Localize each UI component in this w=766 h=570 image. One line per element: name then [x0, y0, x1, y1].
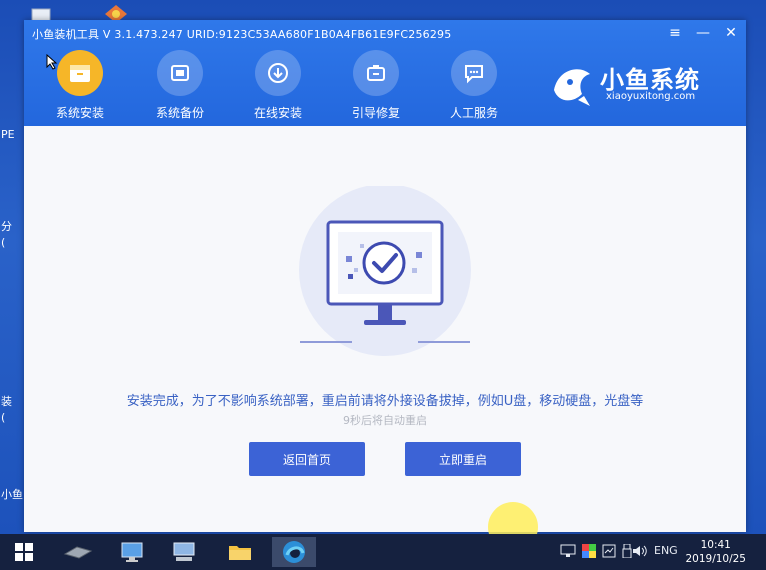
system-clock[interactable]: 10:41 2019/10/25	[685, 538, 746, 566]
close-button[interactable]: ✕	[722, 25, 740, 41]
clock-time: 10:41	[700, 539, 731, 551]
desktop-label-3: (	[1, 236, 6, 249]
back-home-button[interactable]: 返回首页	[249, 442, 365, 476]
nav-manual-service[interactable]: 人工服务	[434, 50, 514, 122]
network-status-icon[interactable]	[560, 544, 576, 558]
title-bar: 小鱼装机工具 V 3.1.473.247 URID:9123C53AA680F1…	[24, 20, 746, 126]
folder-icon	[229, 546, 251, 560]
desktop-label-4: 装	[1, 395, 12, 408]
nav-label: 系统安装	[55, 106, 104, 120]
boot-repair-icon	[353, 50, 399, 96]
color-app-icon[interactable]	[582, 544, 596, 558]
system-install-icon	[57, 50, 103, 96]
taskbar-computer-app[interactable]	[110, 537, 154, 567]
network-icon	[173, 542, 195, 561]
input-language[interactable]: ENG	[654, 544, 678, 557]
computer-icon	[121, 542, 143, 562]
installer-window: 小鱼装机工具 V 3.1.473.247 URID:9123C53AA680F1…	[24, 20, 746, 532]
nav-boot-repair[interactable]: 引导修复	[336, 50, 416, 122]
nav-label: 人工服务	[449, 106, 498, 120]
menu-button[interactable]: ≡	[666, 25, 684, 41]
restart-now-button[interactable]: 立即重启	[405, 442, 521, 476]
taskbar: ENG 10:41 2019/10/25	[0, 534, 766, 570]
desktop-label-pe: PE	[1, 128, 15, 141]
install-complete-message: 安装完成，为了不影响系统部署，重启前请将外接设备拔掉，例如U盘，移动硬盘，光盘等	[126, 394, 644, 409]
brand-name: 小鱼系统	[600, 66, 700, 94]
mouse-pointer-icon	[46, 54, 58, 70]
task-manager-icon[interactable]	[602, 544, 616, 558]
install-complete-illustration	[299, 186, 471, 356]
brand-url: xiaoyuxitong.com	[606, 91, 696, 102]
edge-browser-icon	[283, 541, 305, 563]
minimize-button[interactable]: —	[694, 25, 712, 41]
desktop-label-2: 分	[1, 220, 12, 233]
main-content: 安装完成，为了不影响系统部署，重启前请将外接设备拔掉，例如U盘，移动硬盘，光盘等…	[24, 126, 746, 532]
taskbar-file-explorer[interactable]	[218, 537, 262, 567]
desktop-label-5: (	[1, 411, 6, 424]
taskbar-installer-app[interactable]	[272, 537, 316, 567]
taskbar-drive-app[interactable]	[56, 537, 100, 567]
auto-restart-countdown: 9秒后将自动重启	[343, 414, 427, 427]
chat-icon	[451, 50, 497, 96]
windows-logo-icon	[15, 543, 33, 561]
system-backup-icon	[157, 50, 203, 96]
nav-label: 引导修复	[351, 106, 400, 120]
nav-label: 在线安装	[253, 106, 302, 120]
nav-system-backup[interactable]: 系统备份	[140, 50, 220, 122]
taskbar-network-app[interactable]	[162, 537, 206, 567]
brand-logo: 小鱼系统 xiaoyuxitong.com	[548, 58, 738, 114]
desktop-label-6: 小鱼	[1, 488, 23, 501]
start-button[interactable]	[2, 537, 46, 567]
nav-label: 系统备份	[155, 106, 204, 120]
hard-drive-icon	[63, 546, 93, 559]
usb-device-icon[interactable]	[622, 544, 632, 558]
volume-icon[interactable]	[632, 544, 648, 558]
nav-online-install[interactable]: 在线安装	[238, 50, 318, 122]
clock-date: 2019/10/25	[685, 553, 746, 565]
online-install-icon	[255, 50, 301, 96]
fish-logo-icon	[554, 69, 590, 106]
window-title: 小鱼装机工具 V 3.1.473.247 URID:9123C53AA680F1…	[32, 28, 452, 41]
